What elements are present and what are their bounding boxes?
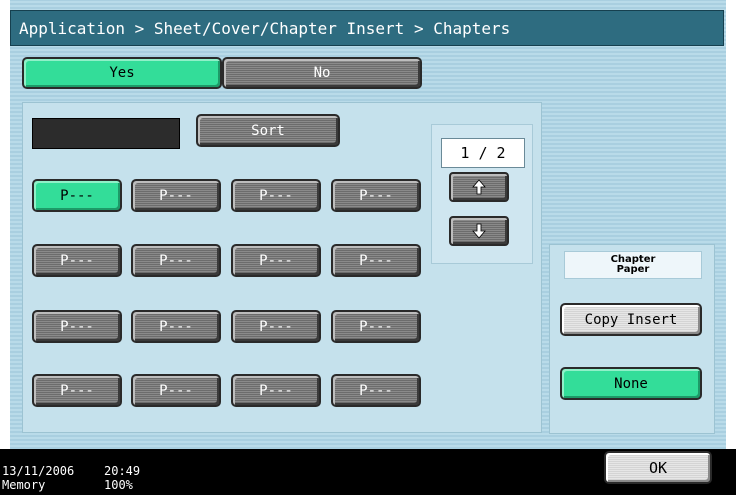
sort-button[interactable]: Sort — [196, 114, 340, 147]
page-button[interactable]: P--- — [231, 374, 321, 407]
yes-button[interactable]: Yes — [22, 57, 222, 89]
status-bar: 13/11/2006 20:49 Memory 100% OK — [0, 449, 736, 495]
page-button[interactable]: P--- — [331, 310, 421, 343]
page-button[interactable]: P--- — [231, 179, 321, 212]
page-button[interactable]: P--- — [32, 310, 122, 343]
no-button[interactable]: No — [222, 57, 422, 89]
none-button[interactable]: None — [560, 367, 702, 400]
page-button[interactable]: P--- — [32, 374, 122, 407]
page-button[interactable]: P--- — [231, 244, 321, 277]
arrow-up-icon — [472, 179, 486, 195]
page-button[interactable]: P--- — [131, 374, 221, 407]
page-button[interactable]: P--- — [331, 179, 421, 212]
status-date: 13/11/2006 — [2, 464, 75, 478]
page-button[interactable]: P--- — [32, 179, 122, 212]
page-indicator: 1 / 2 — [441, 138, 525, 168]
chapter-paper-heading-line2: Paper — [616, 264, 650, 275]
ok-button[interactable]: OK — [604, 451, 712, 484]
chapter-paper-heading: Chapter Paper — [564, 251, 702, 279]
status-memory-value: 100% — [104, 478, 133, 492]
page-button[interactable]: P--- — [131, 310, 221, 343]
page-button[interactable]: P--- — [32, 244, 122, 277]
screen: Application > Sheet/Cover/Chapter Insert… — [10, 0, 726, 449]
page-up-button[interactable] — [449, 172, 509, 202]
page-button[interactable]: P--- — [131, 179, 221, 212]
page-button[interactable]: P--- — [131, 244, 221, 277]
copy-insert-button[interactable]: Copy Insert — [560, 303, 702, 336]
chapter-number-display — [32, 118, 180, 149]
breadcrumb-title: Application > Sheet/Cover/Chapter Insert… — [10, 10, 724, 46]
page-button[interactable]: P--- — [331, 244, 421, 277]
page-button[interactable]: P--- — [331, 374, 421, 407]
status-time: 20:49 — [104, 464, 141, 478]
page-down-button[interactable] — [449, 216, 509, 246]
page-button[interactable]: P--- — [231, 310, 321, 343]
status-memory-label: Memory — [2, 478, 46, 492]
arrow-down-icon — [472, 223, 486, 239]
